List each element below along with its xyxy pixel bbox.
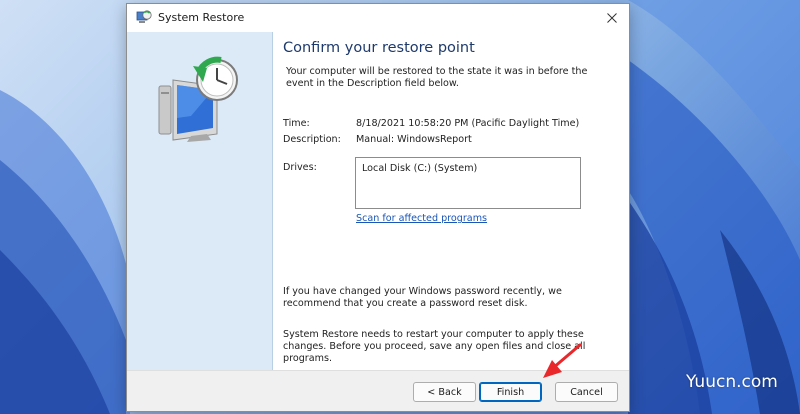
watermark: Yuucn.com <box>686 372 778 392</box>
desktop: System Restore Confirm your restore poin… <box>0 0 800 414</box>
red-arrow-annotation <box>543 343 582 378</box>
